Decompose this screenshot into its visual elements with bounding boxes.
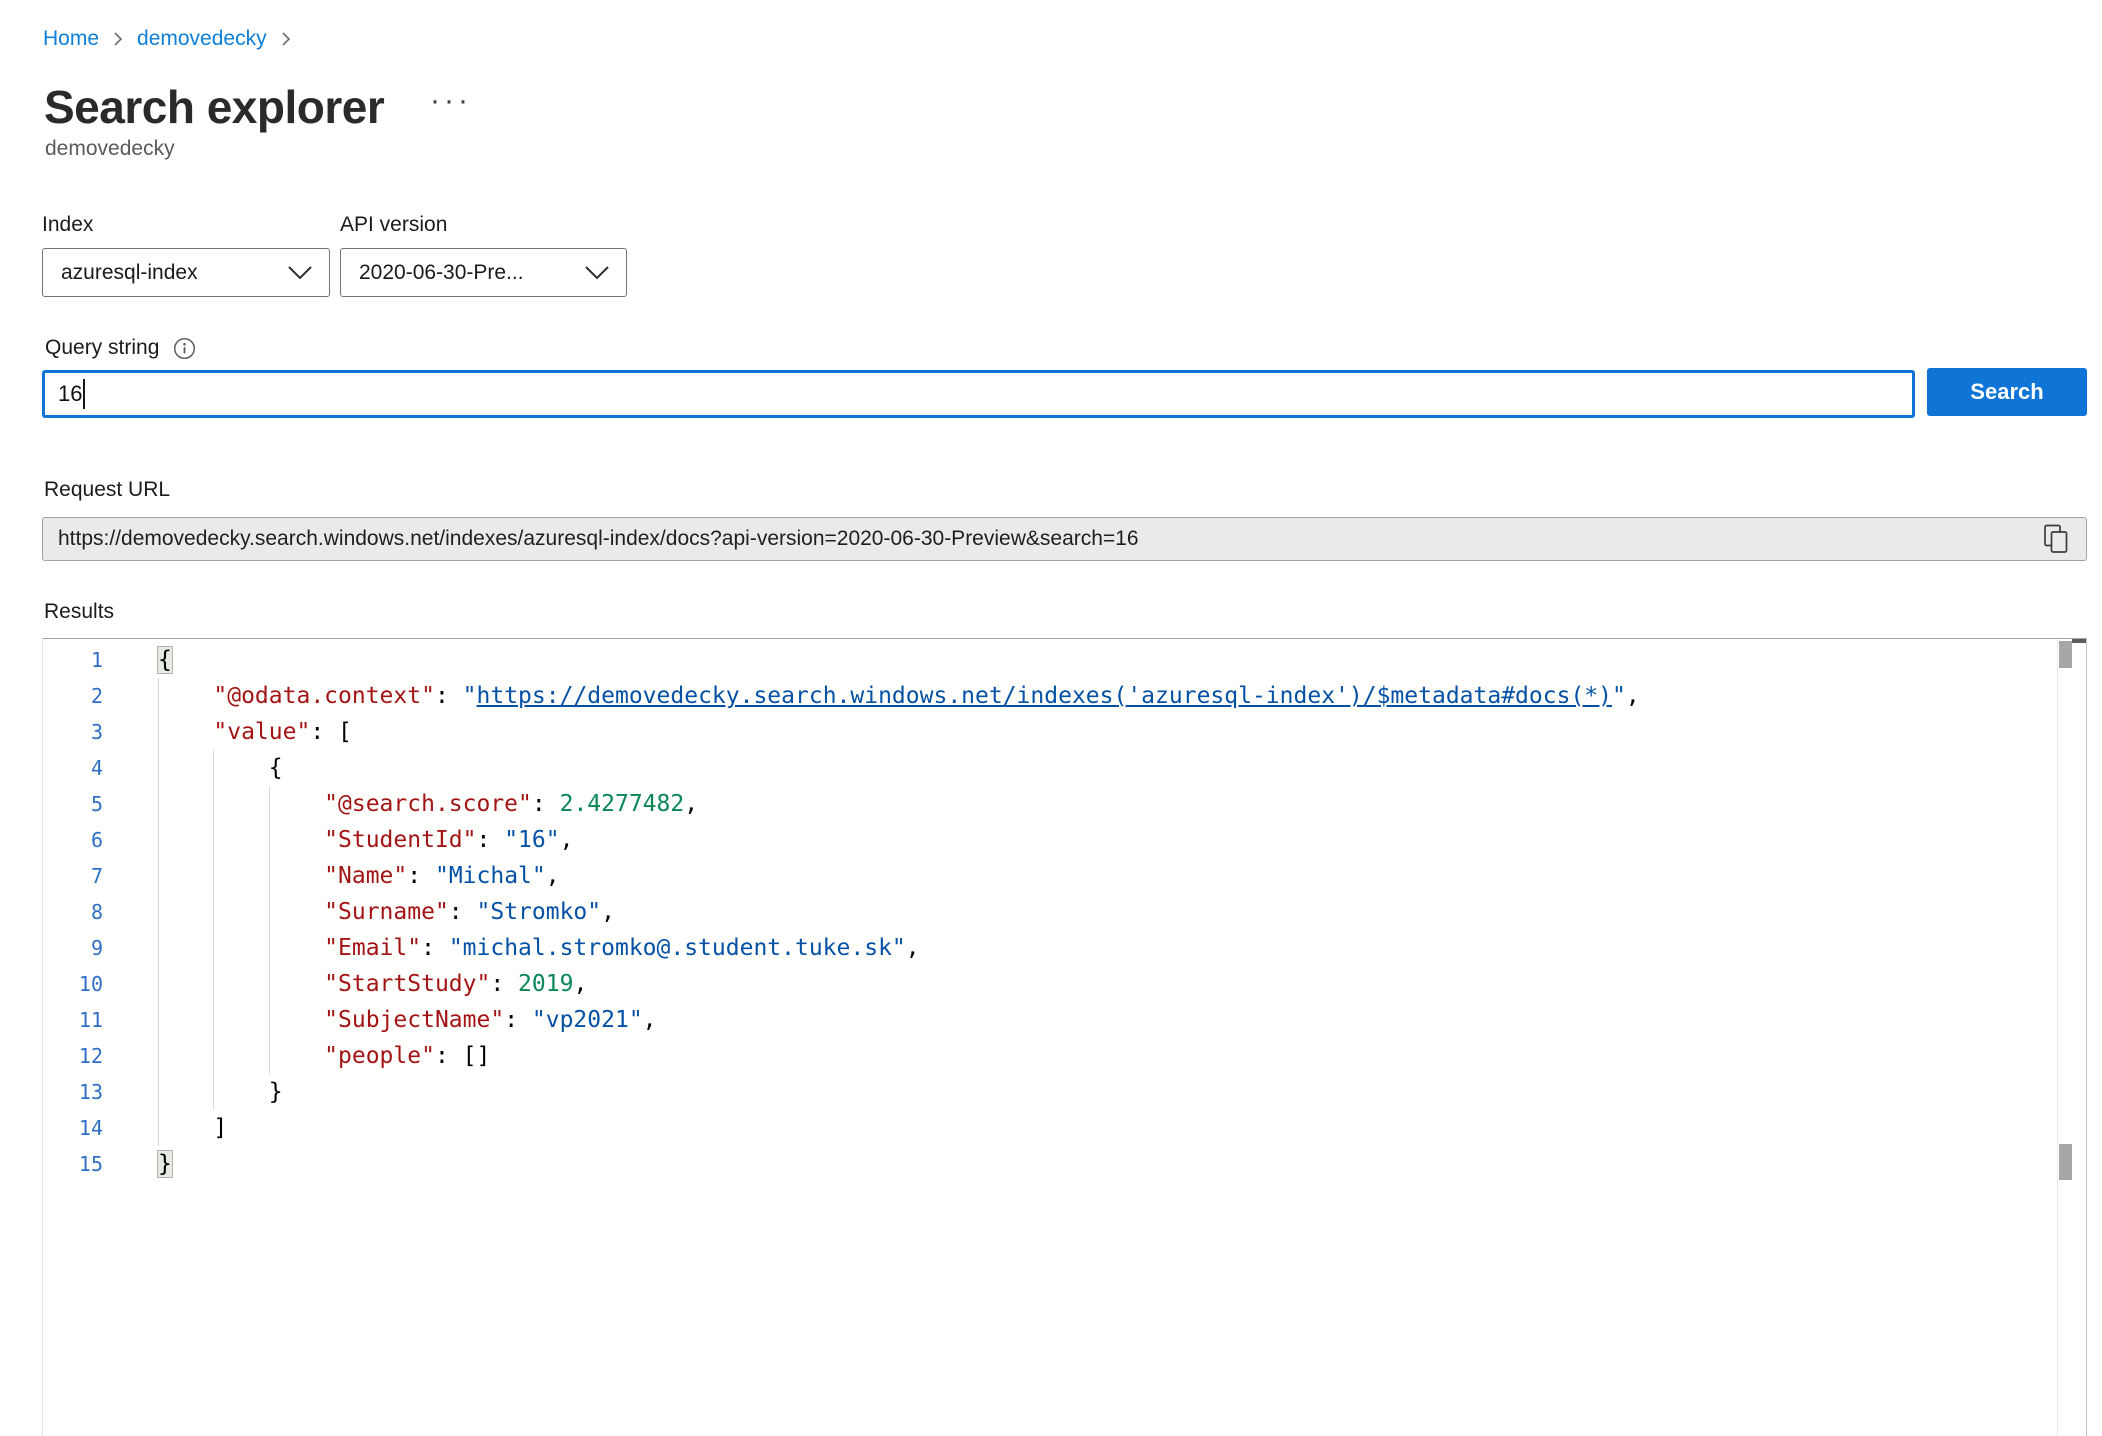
text-cursor — [83, 379, 85, 409]
chevron-right-icon — [280, 30, 292, 48]
code-line: 5 "@search.score": 2.4277482, — [43, 786, 2056, 822]
code-line-content: { — [158, 750, 283, 786]
results-label: Results — [44, 600, 114, 624]
code-line: 6 "StudentId": "16", — [43, 822, 2056, 858]
line-number: 5 — [43, 786, 103, 822]
query-string-label: Query string — [45, 336, 159, 360]
line-number: 1 — [43, 642, 103, 678]
chevron-down-icon — [287, 265, 313, 280]
query-string-label-row: Query string — [45, 336, 196, 360]
code-line: 11 "SubjectName": "vp2021", — [43, 1002, 2056, 1038]
code-line: 7 "Name": "Michal", — [43, 858, 2056, 894]
line-number: 8 — [43, 894, 103, 930]
index-select[interactable]: azuresql-index — [42, 248, 330, 297]
query-string-value: 16 — [58, 381, 82, 407]
code-line-content: "value": [ — [158, 714, 352, 750]
line-number: 9 — [43, 930, 103, 966]
code-line: 1{ — [43, 642, 2056, 678]
line-number: 11 — [43, 1002, 103, 1038]
line-number: 4 — [43, 750, 103, 786]
code-line-content: } — [158, 1146, 172, 1182]
code-line: 14 ] — [43, 1110, 2056, 1146]
line-number: 13 — [43, 1074, 103, 1110]
chevron-right-icon — [112, 30, 124, 48]
code-line: 3 "value": [ — [43, 714, 2056, 750]
chevron-down-icon — [584, 265, 610, 280]
code-line-content: "Surname": "Stromko", — [158, 894, 615, 930]
copy-icon — [2043, 524, 2069, 554]
code-line-content: "StartStudy": 2019, — [158, 966, 587, 1002]
more-options-button[interactable]: ··· — [430, 86, 472, 116]
scrollbar-thumb[interactable] — [2059, 641, 2072, 668]
line-number: 15 — [43, 1146, 103, 1182]
index-label: Index — [42, 213, 93, 237]
line-number: 6 — [43, 822, 103, 858]
line-number: 10 — [43, 966, 103, 1002]
search-button[interactable]: Search — [1927, 368, 2087, 416]
breadcrumb-link-demovedecky[interactable]: demovedecky — [137, 27, 267, 51]
api-version-select[interactable]: 2020-06-30-Pre... — [340, 248, 627, 297]
code-line: 2 "@odata.context": "https://demovedecky… — [43, 678, 2056, 714]
code-line-content: "StudentId": "16", — [158, 822, 573, 858]
code-line: 9 "Email": "michal.stromko@.student.tuke… — [43, 930, 2056, 966]
line-number: 14 — [43, 1110, 103, 1146]
request-url-value: https://demovedecky.search.windows.net/i… — [58, 527, 2036, 551]
code-line: 4 { — [43, 750, 2056, 786]
resource-subtitle: demovedecky — [45, 137, 175, 161]
code-line-content: "Name": "Michal", — [158, 858, 560, 894]
api-version-select-value: 2020-06-30-Pre... — [359, 261, 584, 285]
line-number: 2 — [43, 678, 103, 714]
code-line: 8 "Surname": "Stromko", — [43, 894, 2056, 930]
code-line-content: ] — [158, 1110, 227, 1146]
results-editor[interactable]: 1{2 "@odata.context": "https://demovedec… — [42, 638, 2087, 1436]
request-url-field[interactable]: https://demovedecky.search.windows.net/i… — [42, 517, 2087, 561]
code-line: 10 "StartStudy": 2019, — [43, 966, 2056, 1002]
breadcrumb: Home demovedecky — [43, 27, 292, 51]
code-line: 15} — [43, 1146, 2056, 1182]
line-number: 12 — [43, 1038, 103, 1074]
page-title: Search explorer — [44, 80, 384, 134]
request-url-label: Request URL — [44, 478, 170, 502]
index-select-value: azuresql-index — [61, 261, 287, 285]
code-line: 12 "people": [] — [43, 1038, 2056, 1074]
query-string-input[interactable]: 16 — [42, 370, 1915, 418]
breadcrumb-link-home[interactable]: Home — [43, 27, 99, 51]
line-number: 7 — [43, 858, 103, 894]
api-version-label: API version — [340, 213, 447, 237]
code-line-content: } — [158, 1074, 283, 1110]
code-lines: 1{2 "@odata.context": "https://demovedec… — [43, 642, 2056, 1182]
copy-button[interactable] — [2036, 519, 2076, 559]
search-explorer-page: Home demovedecky Search explorer ··· dem… — [0, 0, 2102, 1436]
info-icon[interactable] — [173, 337, 196, 360]
scrollbar-marker[interactable] — [2059, 1144, 2072, 1180]
code-line-content: "@search.score": 2.4277482, — [158, 786, 698, 822]
code-line-content: "@odata.context": "https://demovedecky.s… — [158, 678, 1640, 714]
code-line: 13 } — [43, 1074, 2056, 1110]
code-line-content: { — [158, 642, 172, 678]
code-line-content: "SubjectName": "vp2021", — [158, 1002, 657, 1038]
scrollbar-cap — [2072, 639, 2086, 643]
editor-scrollbar[interactable] — [2057, 639, 2086, 1436]
code-line-content: "people": [] — [158, 1038, 490, 1074]
code-line-content: "Email": "michal.stromko@.student.tuke.s… — [158, 930, 920, 966]
line-number: 3 — [43, 714, 103, 750]
